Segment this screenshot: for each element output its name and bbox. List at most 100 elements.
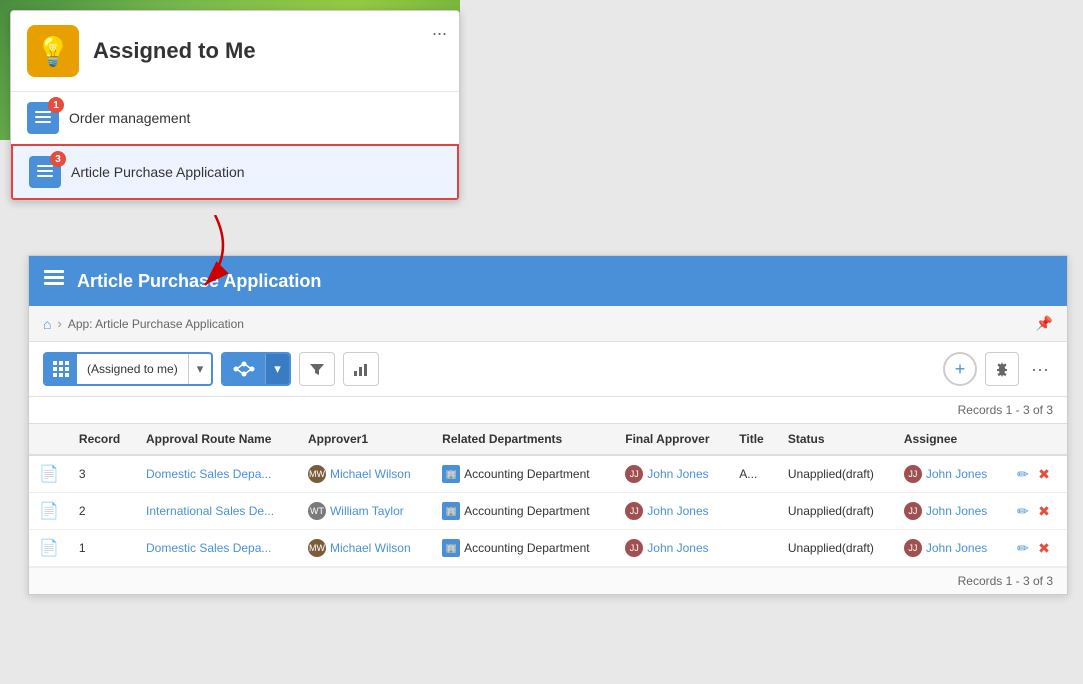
approver1-link[interactable]: Michael Wilson — [330, 467, 411, 481]
dropdown-dots[interactable]: ... — [432, 19, 447, 40]
approver1-avatar: MW — [308, 465, 326, 483]
table-header-row: Record Approval Route Name Approver1 Rel… — [29, 424, 1067, 456]
approver1-avatar: MW — [308, 539, 326, 557]
final-approver-link[interactable]: John Jones — [647, 467, 708, 481]
col-actions — [1007, 424, 1067, 456]
approval-route-link[interactable]: Domestic Sales Depa... — [146, 467, 271, 481]
approver1-user: WT William Taylor — [308, 502, 404, 520]
approval-route-link[interactable]: Domestic Sales Depa... — [146, 541, 271, 555]
row-approval-route: International Sales De... — [136, 493, 298, 530]
delete-record-button[interactable]: ✖ — [1038, 503, 1050, 519]
row-approval-route: Domestic Sales Depa... — [136, 455, 298, 493]
col-icon — [29, 424, 69, 456]
assignee-link[interactable]: John Jones — [926, 541, 987, 555]
final-approver-link[interactable]: John Jones — [647, 541, 708, 555]
dept-avatar: 🏢 — [442, 502, 460, 520]
flow-button-dropdown[interactable]: ▾ — [265, 354, 289, 384]
assignee-user: JJ John Jones — [904, 502, 987, 520]
main-panel: Article Purchase Application ⌂ › App: Ar… — [28, 255, 1068, 595]
delete-record-button[interactable]: ✖ — [1038, 540, 1050, 556]
col-approver1[interactable]: Approver1 — [298, 424, 432, 456]
chart-icon — [353, 361, 369, 377]
dropdown-header: 💡 Assigned to Me — [11, 11, 459, 92]
row-record-number: 2 — [69, 493, 136, 530]
records-count-bottom: Records 1 - 3 of 3 — [29, 567, 1067, 594]
row-dept: 🏢 Accounting Department — [432, 455, 615, 493]
table-row: 📄 3 Domestic Sales Depa... MW Michael Wi… — [29, 455, 1067, 493]
dept-avatar: 🏢 — [442, 539, 460, 557]
settings-button[interactable] — [985, 352, 1019, 386]
list-icon — [34, 109, 52, 127]
edit-record-button[interactable]: ✏ — [1017, 540, 1029, 556]
row-approver1: MW Michael Wilson — [298, 530, 432, 567]
row-title — [729, 493, 778, 530]
table-row: 📄 2 International Sales De... WT William… — [29, 493, 1067, 530]
row-actions: ✏ ✖ — [1007, 493, 1067, 530]
assigned-to-me-icon: 💡 — [27, 25, 79, 77]
col-assignee[interactable]: Assignee — [894, 424, 1007, 456]
row-approver1: WT William Taylor — [298, 493, 432, 530]
view-selector-dropdown[interactable]: ▾ — [188, 354, 212, 384]
flow-button-icon — [223, 354, 265, 384]
assignee-user: JJ John Jones — [904, 465, 987, 483]
delete-record-button[interactable]: ✖ — [1038, 466, 1050, 482]
table-row: 📄 1 Domestic Sales Depa... MW Michael Wi… — [29, 530, 1067, 567]
row-approver1: MW Michael Wilson — [298, 455, 432, 493]
approval-route-link[interactable]: International Sales De... — [146, 504, 274, 518]
edit-record-button[interactable]: ✏ — [1017, 466, 1029, 482]
flow-button[interactable]: ▾ — [221, 352, 291, 386]
approver1-user: MW Michael Wilson — [308, 465, 411, 483]
filter-button[interactable] — [299, 352, 335, 386]
assignee-link[interactable]: John Jones — [926, 467, 987, 481]
add-record-button[interactable]: + — [943, 352, 977, 386]
approver1-avatar: WT — [308, 502, 326, 520]
final-approver-user: JJ John Jones — [625, 502, 708, 520]
final-approver-user: JJ John Jones — [625, 465, 708, 483]
view-selector-label: (Assigned to me) — [77, 362, 188, 376]
more-button[interactable]: ··· — [1027, 359, 1053, 380]
approver1-user: MW Michael Wilson — [308, 539, 411, 557]
assignee-avatar: JJ — [904, 539, 922, 557]
col-status[interactable]: Status — [778, 424, 894, 456]
assignee-link[interactable]: John Jones — [926, 504, 987, 518]
records-count-top: Records 1 - 3 of 3 — [29, 397, 1067, 423]
article-badge: 3 — [50, 151, 66, 167]
view-selector[interactable]: (Assigned to me) ▾ — [43, 352, 213, 386]
row-dept: 🏢 Accounting Department — [432, 493, 615, 530]
dropdown-title: Assigned to Me — [93, 38, 256, 64]
dropdown-panel: ... 💡 Assigned to Me 1 Order management — [10, 10, 460, 201]
row-final-approver: JJ John Jones — [615, 455, 729, 493]
row-status: Unapplied(draft) — [778, 530, 894, 567]
toolbar: (Assigned to me) ▾ ▾ — [29, 342, 1067, 397]
row-status: Unapplied(draft) — [778, 455, 894, 493]
order-management-icon: 1 — [27, 102, 59, 134]
final-approver-link[interactable]: John Jones — [647, 504, 708, 518]
menu-item-article-purchase[interactable]: 3 Article Purchase Application — [11, 144, 459, 200]
main-panel-header: Article Purchase Application — [29, 256, 1067, 306]
dept-label: Accounting Department — [464, 504, 589, 518]
approver1-link[interactable]: Michael Wilson — [330, 541, 411, 555]
col-title[interactable]: Title — [729, 424, 778, 456]
col-final-approver[interactable]: Final Approver — [615, 424, 729, 456]
order-management-label: Order management — [69, 110, 190, 126]
dept-display: 🏢 Accounting Department — [442, 539, 589, 557]
dept-display: 🏢 Accounting Department — [442, 465, 589, 483]
edit-record-button[interactable]: ✏ — [1017, 503, 1029, 519]
col-related-dept[interactable]: Related Departments — [432, 424, 615, 456]
breadcrumb-home-icon[interactable]: ⌂ — [43, 316, 51, 332]
dept-avatar: 🏢 — [442, 465, 460, 483]
hamburger-icon — [43, 267, 65, 289]
breadcrumb-pin-icon[interactable]: 📌 — [1036, 315, 1053, 332]
approver1-link[interactable]: William Taylor — [330, 504, 404, 518]
row-assignee: JJ John Jones — [894, 530, 1007, 567]
data-table: Record Approval Route Name Approver1 Rel… — [29, 423, 1067, 567]
bulb-icon: 💡 — [36, 35, 71, 68]
col-approval-route[interactable]: Approval Route Name — [136, 424, 298, 456]
chart-button[interactable] — [343, 352, 379, 386]
grid-view-icon — [45, 354, 77, 384]
assignee-user: JJ John Jones — [904, 539, 987, 557]
menu-item-order-management[interactable]: 1 Order management — [11, 92, 459, 144]
col-record[interactable]: Record — [69, 424, 136, 456]
gear-icon — [994, 361, 1010, 377]
dept-display: 🏢 Accounting Department — [442, 502, 589, 520]
